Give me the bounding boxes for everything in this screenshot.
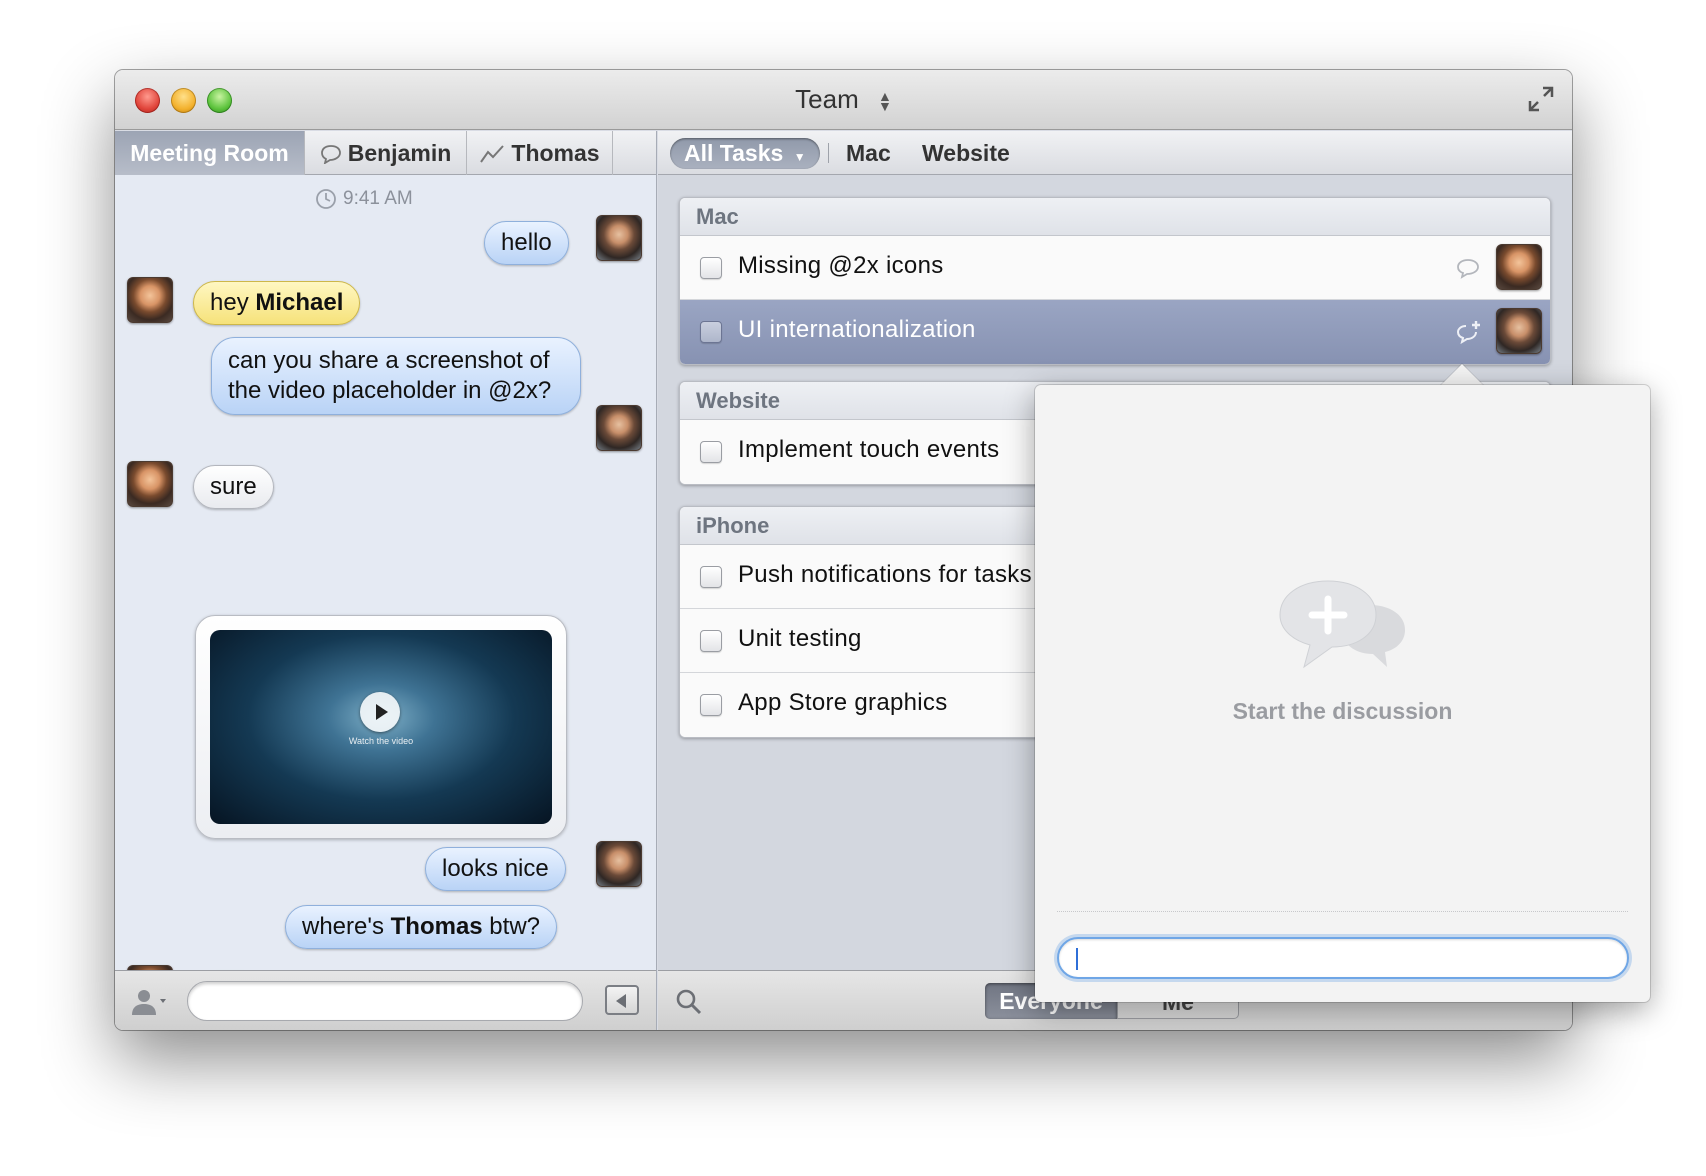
start-discussion-icon[interactable] — [1270, 575, 1420, 675]
chat-message-input[interactable] — [187, 981, 583, 1021]
group-header: Mac — [680, 198, 1550, 236]
message-text: can you share a screenshot of the video … — [228, 347, 552, 404]
chat-input-bar — [115, 970, 656, 1030]
tab-label: Website — [922, 140, 1010, 166]
message-bubble-hello[interactable]: hello — [484, 221, 569, 265]
task-checkbox[interactable] — [700, 566, 722, 588]
title-bar: Team ▲ ▼ — [115, 70, 1572, 130]
task-label: App Store graphics — [738, 689, 948, 716]
task-checkbox[interactable] — [700, 441, 722, 463]
task-filter-tabs: All Tasks ▼ Mac Website — [658, 131, 1572, 175]
task-checkbox[interactable] — [700, 630, 722, 652]
avatar-michael[interactable] — [596, 405, 642, 451]
all-tasks-button[interactable]: All Tasks ▼ — [670, 138, 820, 169]
message-bubble-screenshot-request[interactable]: can you share a screenshot of the video … — [211, 337, 581, 415]
mention-text: Michael — [255, 289, 344, 316]
user-menu-icon[interactable] — [129, 987, 169, 1017]
tab-divider — [828, 143, 829, 163]
tab-label: Meeting Room — [130, 140, 289, 166]
task-label: Missing @2x icons — [738, 252, 944, 279]
message-text: looks nice — [442, 855, 549, 882]
tab-meeting-room[interactable]: Meeting Room — [115, 131, 305, 175]
video-thumbnail[interactable]: Watch the video — [210, 630, 552, 824]
task-checkbox[interactable] — [700, 321, 722, 343]
activity-icon — [480, 145, 505, 163]
timestamp-text: 9:41 AM — [343, 188, 413, 209]
search-icon[interactable] — [674, 987, 704, 1017]
text-caret — [1076, 948, 1078, 970]
tab-label: Benjamin — [347, 140, 452, 166]
play-icon[interactable] — [360, 692, 400, 732]
assignee-avatar[interactable] — [1496, 308, 1542, 354]
all-tasks-label: All Tasks — [684, 140, 784, 166]
speech-bubble-icon — [320, 145, 341, 164]
message-bubble-where-thomas[interactable]: where's Thomas btw? — [285, 905, 558, 949]
message-bubble-hey[interactable]: hey Michael — [193, 281, 361, 325]
message-text: where's — [302, 913, 391, 940]
fullscreen-icon[interactable] — [1526, 84, 1556, 114]
avatar-benjamin[interactable] — [127, 277, 173, 323]
window-title-menu[interactable]: Team ▲ ▼ — [115, 84, 1572, 115]
task-row-selected[interactable]: UI internationalization — [680, 300, 1550, 364]
updown-arrows-icon: ▲ ▼ — [877, 88, 892, 115]
avatar-michael[interactable] — [596, 841, 642, 887]
message-text: btw? — [482, 913, 541, 940]
tab-thomas[interactable]: Thomas — [467, 131, 613, 175]
discussion-popover: Start the discussion — [1035, 385, 1650, 1002]
tab-benjamin[interactable]: Benjamin — [305, 131, 467, 175]
comment-icon[interactable] — [1454, 256, 1482, 280]
message-bubble-sure[interactable]: sure — [193, 465, 274, 509]
task-label: UI internationalization — [738, 316, 976, 343]
start-discussion-label: Start the discussion — [1232, 698, 1453, 724]
clock-icon — [316, 189, 336, 209]
add-comment-icon[interactable] — [1454, 320, 1482, 344]
popover-divider — [1057, 911, 1628, 912]
message-text: hello — [501, 229, 552, 256]
avatar-michael[interactable] — [596, 215, 642, 261]
message-text: hey — [210, 289, 256, 316]
avatar-benjamin[interactable] — [127, 461, 173, 507]
task-row[interactable]: Missing @2x icons — [680, 236, 1550, 300]
task-checkbox[interactable] — [700, 694, 722, 716]
mention-text: Thomas — [390, 913, 483, 940]
video-caption: Watch the video — [348, 736, 414, 746]
message-text: sure — [210, 473, 257, 500]
send-button[interactable] — [605, 985, 639, 1015]
tab-mac[interactable]: Mac — [846, 131, 891, 175]
chat-tabs: Meeting Room Benjamin Thomas — [115, 131, 656, 175]
chevron-down-icon: ▼ — [793, 150, 806, 164]
task-label: Push notifications for tasks — [738, 561, 1032, 588]
assignee-avatar[interactable] — [1496, 244, 1542, 290]
video-attachment[interactable]: Watch the video — [195, 615, 567, 839]
message-bubble-looks-nice[interactable]: looks nice — [425, 847, 566, 891]
tab-label: Mac — [846, 140, 891, 166]
task-group-mac: Mac Missing @2x icons UI internationaliz… — [679, 197, 1551, 365]
task-label: Implement touch events — [738, 436, 1000, 463]
tab-website[interactable]: Website — [922, 131, 1010, 175]
discussion-input[interactable] — [1057, 937, 1629, 979]
window-title: Team — [795, 84, 859, 114]
chat-pane: Meeting Room Benjamin Thomas 9:41 AM hel… — [115, 131, 657, 1030]
task-checkbox[interactable] — [700, 257, 722, 279]
popover-arrow — [1440, 364, 1484, 386]
tab-label: Thomas — [511, 140, 600, 166]
task-label: Unit testing — [738, 625, 862, 652]
message-timestamp: 9:41 AM — [315, 188, 413, 210]
